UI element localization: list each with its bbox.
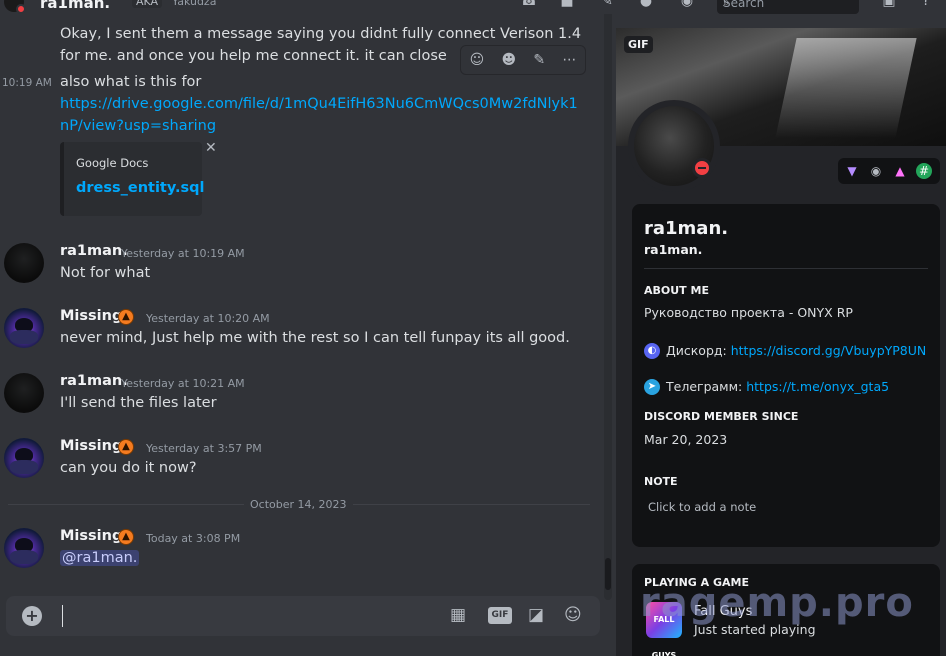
active-developer-badge-icon[interactable]: # bbox=[916, 163, 932, 179]
gif-badge: GIF bbox=[624, 36, 653, 53]
nitro-badge-icon[interactable]: ▲ bbox=[892, 163, 908, 179]
about-me-text: Руководство проекта - ONYX RP bbox=[644, 305, 853, 320]
pumpkin-icon: ▲ bbox=[118, 529, 134, 545]
message-text: can you do it now? bbox=[60, 460, 197, 476]
message-composer[interactable]: + ▦ GIF ◪ ☺ bbox=[6, 596, 600, 636]
message-text: Not for what bbox=[60, 265, 151, 281]
message-actions-bar: ☺ ☻ ✎ ⋯ bbox=[460, 45, 586, 75]
link-embed: Google Docs dress_entity.sql bbox=[60, 142, 204, 216]
member-since-heading: DISCORD MEMBER SINCE bbox=[644, 410, 799, 423]
avatar[interactable] bbox=[4, 373, 44, 413]
username[interactable]: ra1man. bbox=[60, 373, 128, 389]
inbox-icon[interactable]: ▣ bbox=[880, 0, 898, 8]
discord-label: Дискорд: bbox=[666, 343, 727, 358]
dnd-status-icon bbox=[692, 158, 712, 178]
add-reaction-icon[interactable]: ☻ bbox=[501, 52, 516, 68]
search-icon: ⌕ bbox=[723, 0, 730, 9]
search-input[interactable]: Search ⌕ bbox=[717, 0, 859, 14]
telegram-label: Телеграмм: bbox=[666, 379, 743, 394]
discord-invite-link[interactable]: https://discord.gg/VbuypYP8UN bbox=[731, 343, 927, 358]
message-text: for me. and once you help me connect it.… bbox=[60, 48, 447, 64]
username[interactable]: Missing bbox=[60, 528, 122, 544]
pin-icon[interactable]: ✎ bbox=[598, 0, 616, 8]
dm-avatar[interactable] bbox=[4, 0, 26, 14]
profile-username: ra1man. bbox=[644, 242, 703, 257]
profile-avatar[interactable] bbox=[628, 100, 720, 192]
about-me-line: Дискорд: https://discord.gg/VbuypYP8UN bbox=[666, 343, 926, 358]
profile-card: ra1man. ra1man. ABOUT ME Руководство про… bbox=[632, 204, 940, 547]
message-link[interactable]: nP/view?usp=sharing bbox=[60, 118, 216, 134]
about-me-line: Телеграмм: https://t.me/onyx_gta5 bbox=[666, 379, 889, 394]
message-timestamp: Today at 3:08 PM bbox=[146, 532, 241, 545]
discord-window: ra1man. AKA Yakudza ☎ ■ ✎ ● ◉ Search ⌕ ▣… bbox=[0, 0, 946, 656]
nitro-boost-badge-icon[interactable]: ◉ bbox=[868, 163, 884, 179]
profile-badges: ▼ ◉ ▲ # bbox=[838, 158, 940, 184]
message-timestamp: Yesterday at 10:21 AM bbox=[121, 377, 245, 390]
hypesquad-badge-icon[interactable]: ▼ bbox=[844, 163, 860, 179]
help-icon[interactable]: ? bbox=[917, 0, 935, 8]
message-list: Okay, I sent them a message saying you d… bbox=[0, 14, 601, 590]
watermark: ragemp.pro bbox=[640, 580, 914, 626]
chat-scrollbar[interactable] bbox=[604, 0, 612, 600]
pumpkin-icon: ▲ bbox=[118, 439, 134, 455]
pumpkin-icon: ▲ bbox=[118, 309, 134, 325]
aka-label: AKA bbox=[132, 0, 163, 8]
emoji-icon[interactable]: ☺ bbox=[564, 605, 582, 625]
text-caret bbox=[62, 605, 63, 627]
username[interactable]: ra1man. bbox=[60, 243, 128, 259]
message-text: Okay, I sent them a message saying you d… bbox=[60, 26, 582, 42]
date-divider-label: October 14, 2023 bbox=[244, 498, 353, 511]
profile-display-name: ra1man. bbox=[644, 218, 729, 239]
username[interactable]: Missing bbox=[60, 438, 122, 454]
channel-title: ra1man. bbox=[40, 0, 111, 12]
channel-header: ra1man. AKA Yakudza ☎ ■ ✎ ● ◉ Search ⌕ ▣… bbox=[0, 0, 946, 14]
note-input[interactable]: Click to add a note bbox=[648, 500, 756, 514]
telegram-link[interactable]: https://t.me/onyx_gta5 bbox=[746, 379, 889, 394]
message-text: also what is this for bbox=[60, 74, 202, 90]
user-mention[interactable]: @ra1man. bbox=[60, 550, 140, 566]
avatar[interactable] bbox=[4, 308, 44, 348]
about-me-heading: ABOUT ME bbox=[644, 284, 709, 297]
add-super-reaction-icon[interactable]: ☺ bbox=[470, 52, 485, 68]
embed-title-link[interactable]: dress_entity.sql bbox=[76, 180, 204, 196]
aka-name: Yakudza bbox=[172, 0, 217, 8]
message-link[interactable]: https://drive.google.com/file/d/1mQu4Eif… bbox=[60, 96, 578, 112]
embed-provider: Google Docs bbox=[76, 156, 149, 170]
telegram-icon: ➤ bbox=[644, 379, 660, 395]
message-timestamp: Yesterday at 3:57 PM bbox=[146, 442, 262, 455]
scrollbar-thumb[interactable] bbox=[605, 558, 611, 590]
more-options-icon[interactable]: ⋯ bbox=[562, 52, 576, 68]
avatar[interactable] bbox=[4, 528, 44, 568]
edit-icon[interactable]: ✎ bbox=[533, 52, 545, 68]
avatar[interactable] bbox=[4, 438, 44, 478]
message-text: never mind, Just help me with the rest s… bbox=[60, 330, 570, 346]
sticker-icon[interactable]: ◪ bbox=[528, 605, 544, 625]
message-timestamp: 10:19 AM bbox=[2, 77, 52, 89]
upload-plus-icon[interactable]: + bbox=[22, 606, 42, 626]
banner-light-beam bbox=[775, 38, 917, 138]
note-heading: NOTE bbox=[644, 475, 678, 488]
message-timestamp: Yesterday at 10:19 AM bbox=[121, 247, 245, 260]
avatar[interactable] bbox=[4, 243, 44, 283]
phone-icon[interactable]: ☎ bbox=[520, 0, 538, 8]
discord-logo-icon: ◐ bbox=[644, 343, 660, 359]
member-since-date: Mar 20, 2023 bbox=[644, 432, 728, 447]
gift-icon[interactable]: ▦ bbox=[450, 605, 466, 625]
username[interactable]: Missing bbox=[60, 308, 122, 324]
video-camera-icon[interactable]: ■ bbox=[558, 0, 576, 8]
message-text: @ra1man. bbox=[60, 550, 140, 566]
close-icon[interactable]: ✕ bbox=[205, 140, 217, 156]
message-text: I'll send the files later bbox=[60, 395, 217, 411]
add-friend-icon[interactable]: ● bbox=[637, 0, 655, 8]
user-profile-panel: GIF ▼ ◉ ▲ # ra1man. ra1man. ABOUT ME Рук… bbox=[616, 28, 946, 656]
user-profile-toggle-icon[interactable]: ◉ bbox=[678, 0, 696, 8]
message-timestamp: Yesterday at 10:20 AM bbox=[146, 312, 270, 325]
gif-picker-button[interactable]: GIF bbox=[488, 607, 512, 624]
dnd-status-icon bbox=[16, 4, 26, 14]
profile-separator bbox=[644, 268, 928, 269]
